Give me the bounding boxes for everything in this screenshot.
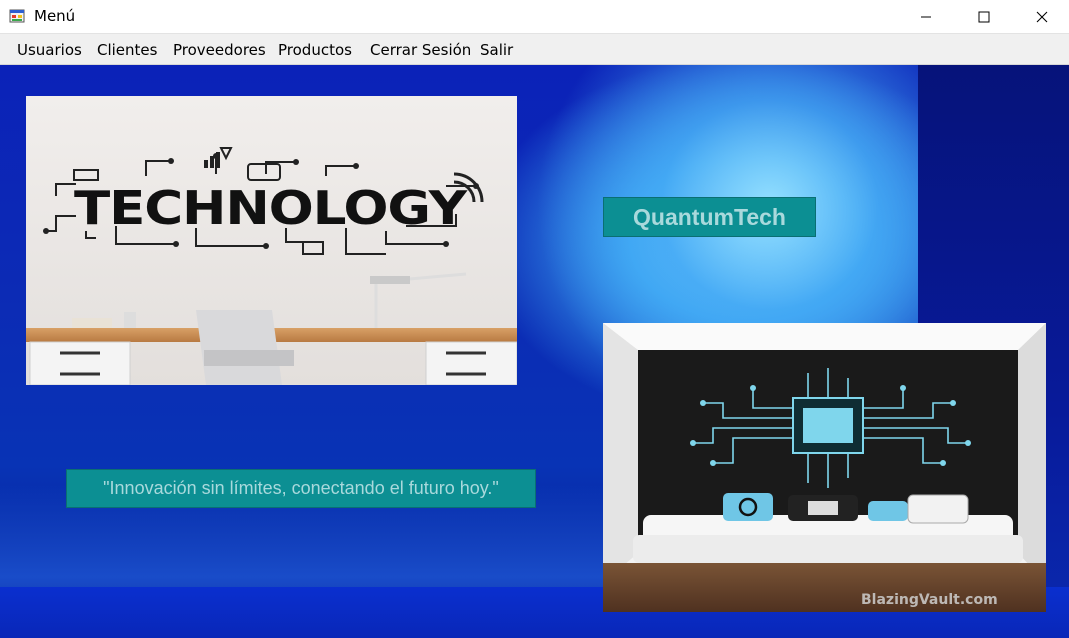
menu-item-clientes[interactable]: Clientes [97,41,157,59]
technology-desk-image: TECHNOLOGY [26,96,517,385]
title-bar: Menú [0,0,1069,33]
menu-item-productos[interactable]: Productos [278,41,352,59]
close-icon [1036,11,1048,22]
maximize-button[interactable] [955,0,1013,33]
slogan-label: "Innovación sin límites, conectando el f… [66,469,536,508]
menu-item-proveedores[interactable]: Proveedores [173,41,266,59]
menu-item-cerrar-sesion[interactable]: Cerrar Sesión [370,41,471,59]
circuit-room-image: BlazingVault.com [603,323,1046,612]
minimize-button[interactable] [897,0,955,33]
maximize-icon [978,11,990,22]
close-button[interactable] [1013,0,1069,33]
brand-label: QuantumTech [603,197,816,237]
window-title: Menú [34,7,76,25]
menu-item-usuarios[interactable]: Usuarios [17,41,82,59]
minimize-icon [921,16,931,17]
app-window-icon [9,9,25,23]
main-window: Menú Usuarios Clientes Proveedores Produ… [0,0,1069,638]
technology-text: TECHNOLOGY [74,181,468,235]
circuit-room-illustration: BlazingVault.com [603,323,1046,612]
menu-item-salir[interactable]: Salir [480,41,513,59]
menu-bar: Usuarios Clientes Proveedores Productos … [0,33,1069,65]
technology-illustration: TECHNOLOGY [26,96,517,385]
watermark-text: BlazingVault.com [861,592,998,608]
